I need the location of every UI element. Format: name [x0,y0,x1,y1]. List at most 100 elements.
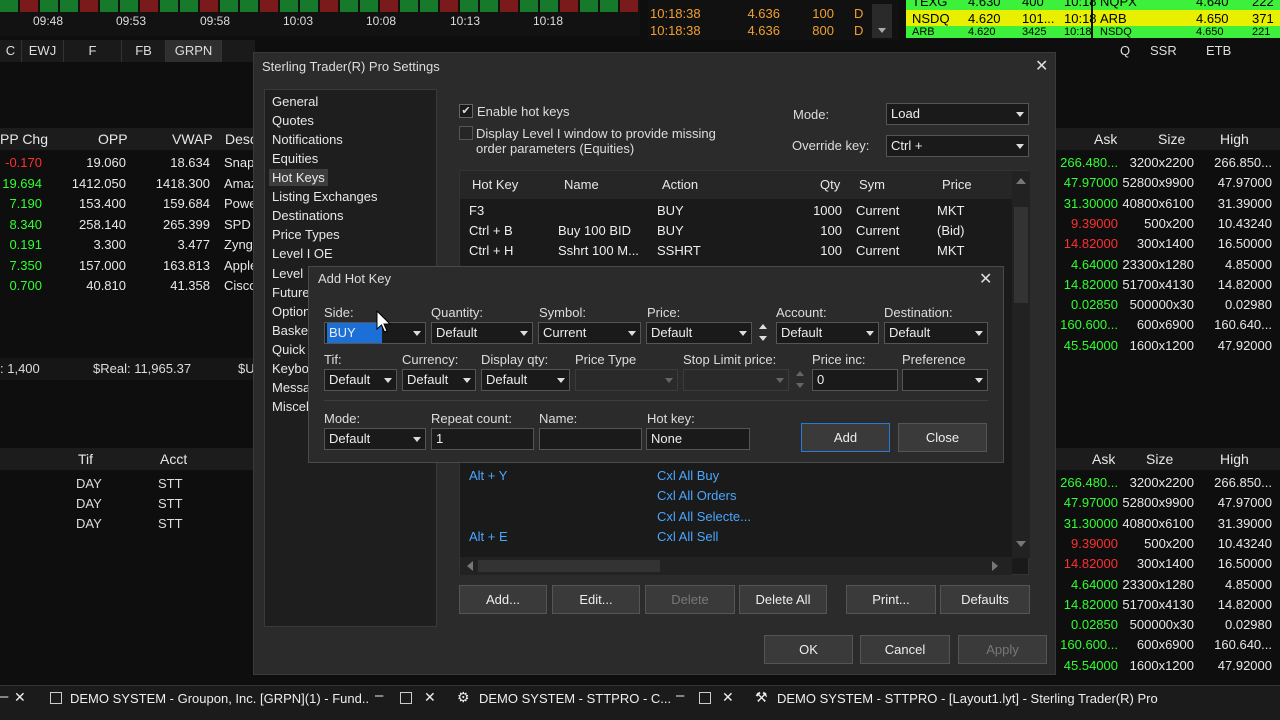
col-name[interactable]: Name [564,177,599,192]
add-button[interactable]: Add [801,423,890,452]
col-size[interactable]: Size [1158,131,1185,147]
tab-grpn[interactable]: GRPN [166,40,222,62]
scroll-thumb[interactable] [1014,207,1028,303]
quote-row[interactable]: 266.480... 3200x2200 266.850... [1056,153,1280,173]
nav-future[interactable]: Future [272,285,310,300]
close-icon[interactable]: ✕ [1035,56,1048,76]
quote-row[interactable]: 14.82000 51700x4130 14.82000 [1056,275,1280,295]
close-icon[interactable]: ✕ [424,689,436,706]
minimize-icon[interactable]: – [676,687,684,704]
quote-row[interactable]: 160.600... 600x6900 160.640... [1056,635,1280,655]
cancel-button[interactable]: Cancel [860,635,950,664]
hotkey-input[interactable]: None [646,428,750,450]
minimize-icon[interactable]: – [0,688,8,705]
ticker-row[interactable]: 19.694 1412.050 1418.300 Amaz [0,174,256,194]
task-sttpro-c[interactable]: DEMO SYSTEM - STTPRO - C... [479,691,671,706]
ok-button[interactable]: OK [764,635,853,664]
quote-row[interactable]: 4.64000 23300x1280 4.85000 [1056,255,1280,275]
maximize-icon[interactable] [699,692,711,704]
col-qty[interactable]: Qty [820,177,840,192]
tab-ewj[interactable]: EWJ [22,40,64,62]
col-acct[interactable]: Acct [160,451,187,467]
col-vwap[interactable]: VWAP [172,131,213,147]
price-inc-input[interactable]: 0 [812,369,898,391]
defaults-button[interactable]: Defaults [940,585,1030,614]
price-type-select[interactable] [575,369,678,391]
stop-limit-spinner[interactable] [794,369,806,391]
col-sym[interactable]: Sym [859,177,885,192]
maximize-icon[interactable] [400,692,412,704]
nav-hot-keys[interactable]: Hot Keys [269,169,328,186]
col-tif[interactable]: Tif [78,451,93,467]
destination-select[interactable]: Default [884,322,988,344]
nav-level[interactable]: Level [272,266,303,281]
close-icon[interactable]: ✕ [722,689,734,706]
print-button[interactable]: Print... [846,585,936,614]
delete-hotkey-button[interactable]: Delete [645,585,735,614]
symbol-select[interactable]: Current [538,322,641,344]
tab-fb[interactable]: FB [122,40,166,62]
quote-row[interactable]: 14.82000 51700x4130 14.82000 [1056,595,1280,615]
col-size[interactable]: Size [1146,451,1173,467]
ticker-row[interactable]: 8.340 258.140 265.399 SPD [0,215,255,235]
quote-row[interactable]: 47.97000 52800x9900 47.97000 [1056,493,1280,513]
quote-row[interactable]: 4.64000 23300x1280 4.85000 [1056,575,1280,595]
name-input[interactable] [539,428,642,450]
task-groupon[interactable]: DEMO SYSTEM - Groupon, Inc. [GRPN](1) - … [70,691,370,706]
enable-hotkeys-checkbox[interactable]: ✔ [459,104,473,118]
col-opp[interactable]: OPP [98,131,128,147]
mode-select[interactable]: Load [886,103,1029,125]
nav-listing-exchanges[interactable]: Listing Exchanges [272,189,378,204]
display-qty-select[interactable]: Default [481,369,570,391]
col-ask[interactable]: Ask [1092,451,1115,467]
ticker-row[interactable]: 0.700 40.810 41.358 Cisco [0,276,256,296]
repeat-count-input[interactable]: 1 [431,428,534,450]
close-icon[interactable]: ✕ [14,689,26,706]
nav-general[interactable]: General [272,94,318,109]
quote-row[interactable]: 0.02850 500000x30 0.02980 [1056,295,1280,315]
spin-down-icon[interactable] [759,336,767,341]
nav-quick[interactable]: Quick [272,342,305,357]
nav-level1-oe[interactable]: Level I OE [272,246,333,261]
col-ask[interactable]: Ask [1094,131,1117,147]
ticker-row[interactable]: 0.191 3.300 3.477 Zyng [0,235,255,255]
hotkeys-vscroll[interactable] [1012,171,1030,558]
col-high[interactable]: High [1220,451,1249,467]
quote-row[interactable]: 14.82000 300x1400 16.50000 [1056,554,1280,574]
hotkeys-hscroll[interactable] [460,557,1012,575]
mode-select-hk[interactable]: Default [324,428,426,450]
nav-equities[interactable]: Equities [272,151,318,166]
quote-row[interactable]: 160.600... 600x6900 160.640... [1056,315,1280,335]
spin-up-icon[interactable] [759,324,767,329]
account-select[interactable]: Default [776,322,879,344]
price-spinner[interactable] [757,322,769,344]
nav-destinations[interactable]: Destinations [272,208,344,223]
quote-row[interactable]: 9.39000 500x200 10.43240 [1056,214,1280,234]
side-select[interactable]: BUY [324,322,426,344]
stop-limit-select[interactable] [683,369,789,391]
currency-select[interactable]: Default [402,369,476,391]
preference-select[interactable] [902,369,988,391]
ticker-row[interactable]: -0.170 19.060 18.634 Snap [0,153,255,173]
quote-row[interactable]: 0.02850 500000x30 0.02980 [1056,615,1280,635]
quote-row[interactable]: 31.30000 40800x6100 31.39000 [1056,514,1280,534]
quote-row[interactable]: 47.97000 52800x9900 47.97000 [1056,173,1280,193]
close-icon[interactable]: ✕ [979,269,992,289]
tab-c[interactable]: C [0,40,22,62]
ticker-row[interactable]: 7.190 153.400 159.684 Powe [0,194,256,214]
override-key-select[interactable]: Ctrl + [886,135,1029,157]
quote-row[interactable]: 9.39000 500x200 10.43240 [1056,534,1280,554]
col-high[interactable]: High [1220,131,1249,147]
add-hotkey-button[interactable]: Add... [459,585,547,614]
nav-option[interactable]: Option [272,304,310,319]
nav-quotes[interactable]: Quotes [272,113,314,128]
nav-messages[interactable]: Messa [272,380,310,395]
close-button[interactable]: Close [898,423,987,452]
col-hot-key[interactable]: Hot Key [472,177,518,192]
quote-row[interactable]: 45.54000 1600x1200 47.92000 [1056,656,1280,676]
col-pp-chg[interactable]: PP Chg [0,131,48,147]
nav-basket[interactable]: Baske [272,323,308,338]
tab-f[interactable]: F [64,40,122,62]
tif-select[interactable]: Default [324,369,397,391]
nav-price-types[interactable]: Price Types [272,227,340,242]
